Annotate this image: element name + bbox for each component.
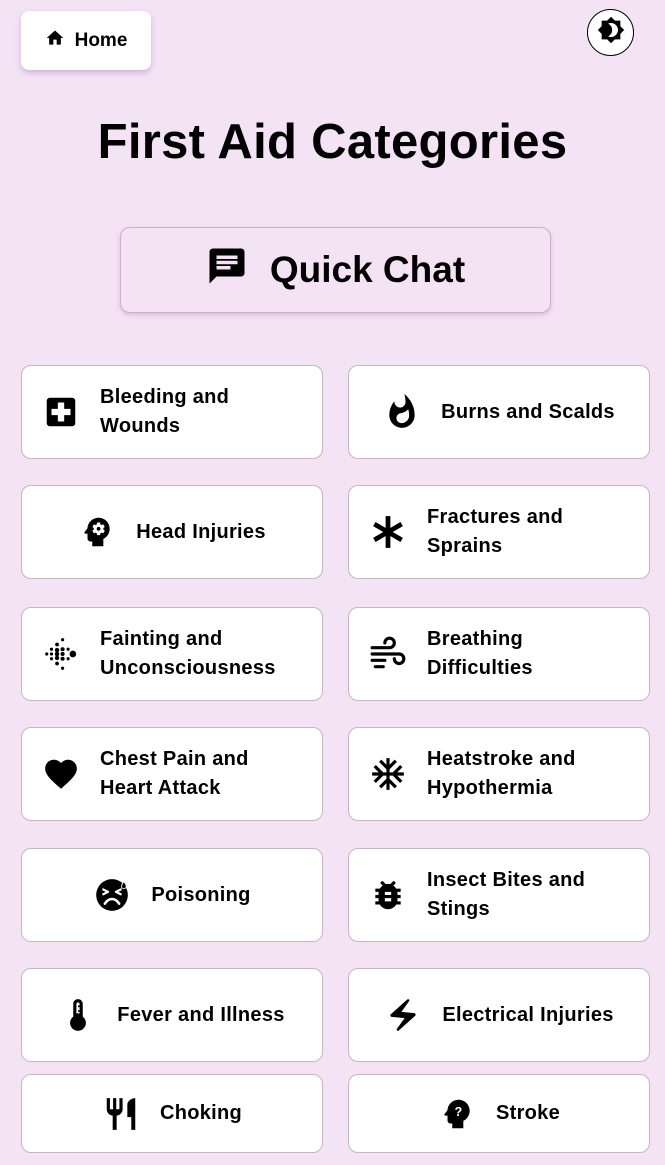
home-button[interactable]: Home [21, 11, 151, 70]
theme-toggle-button[interactable] [587, 9, 634, 56]
wind-icon [369, 635, 407, 673]
category-label: Breathing Difficulties [427, 628, 533, 679]
category-label: Fever and Illness [117, 1003, 285, 1026]
head-question-icon: ? [438, 1095, 476, 1133]
category-head-injuries[interactable]: Head Injuries [21, 485, 323, 579]
head-gear-icon [78, 513, 116, 551]
brightness-icon [597, 16, 625, 49]
lightning-icon [384, 996, 422, 1034]
category-fever-and-illness[interactable]: Fever and Illness [21, 968, 323, 1062]
heart-icon [42, 755, 80, 793]
category-label: Choking [159, 1102, 243, 1124]
category-label: Fractures and Sprains [427, 506, 564, 557]
category-label: Heatstroke and Hypothermia [427, 748, 576, 799]
thermometer-icon [59, 996, 97, 1034]
category-breathing-difficulties[interactable]: Breathing Difficulties [348, 607, 650, 701]
bug-icon [369, 876, 407, 914]
category-label: Electrical Injuries [442, 1003, 614, 1026]
category-heatstroke-and-hypothermia[interactable]: Heatstroke and Hypothermia [348, 727, 650, 821]
snowflake-icon [369, 755, 407, 793]
category-label: Insect Bites and Stings [427, 869, 586, 920]
category-label: Chest Pain and Heart Attack [100, 748, 249, 799]
sick-face-icon [93, 876, 131, 914]
fire-icon [383, 393, 421, 431]
dots-pulse-icon [42, 635, 80, 673]
fork-knife-icon [102, 1095, 140, 1133]
category-label: Head Injuries [136, 520, 266, 543]
home-icon [45, 28, 65, 54]
category-label: Bleeding and Wounds [100, 386, 230, 437]
quick-chat-button[interactable]: Quick Chat [120, 227, 551, 313]
svg-text:?: ? [454, 1105, 462, 1119]
quick-chat-label: Quick Chat [269, 249, 466, 290]
category-electrical-injuries[interactable]: Electrical Injuries [348, 968, 650, 1062]
category-label: Stroke [495, 1102, 561, 1124]
category-burns-and-scalds[interactable]: Burns and Scalds [348, 365, 650, 459]
category-insect-bites-and-stings[interactable]: Insect Bites and Stings [348, 848, 650, 942]
category-poisoning[interactable]: Poisoning [21, 848, 323, 942]
category-chest-pain-and-heart-attack[interactable]: Chest Pain and Heart Attack [21, 727, 323, 821]
home-label: Home [74, 29, 128, 51]
category-label: Fainting and Unconsciousness [100, 628, 276, 679]
chat-icon [206, 245, 248, 296]
category-stroke[interactable]: ? Stroke [348, 1074, 650, 1153]
category-label: Burns and Scalds [441, 400, 615, 423]
category-label: Poisoning [151, 883, 251, 906]
category-fractures-and-sprains[interactable]: Fractures and Sprains [348, 485, 650, 579]
category-fainting-and-unconsciousness[interactable]: Fainting and Unconsciousness [21, 607, 323, 701]
medical-cross-icon [42, 393, 80, 431]
category-bleeding-and-wounds[interactable]: Bleeding and Wounds [21, 365, 323, 459]
page-title: First Aid Categories [97, 115, 568, 169]
category-choking[interactable]: Choking [21, 1074, 323, 1153]
asterisk-icon [369, 513, 407, 551]
